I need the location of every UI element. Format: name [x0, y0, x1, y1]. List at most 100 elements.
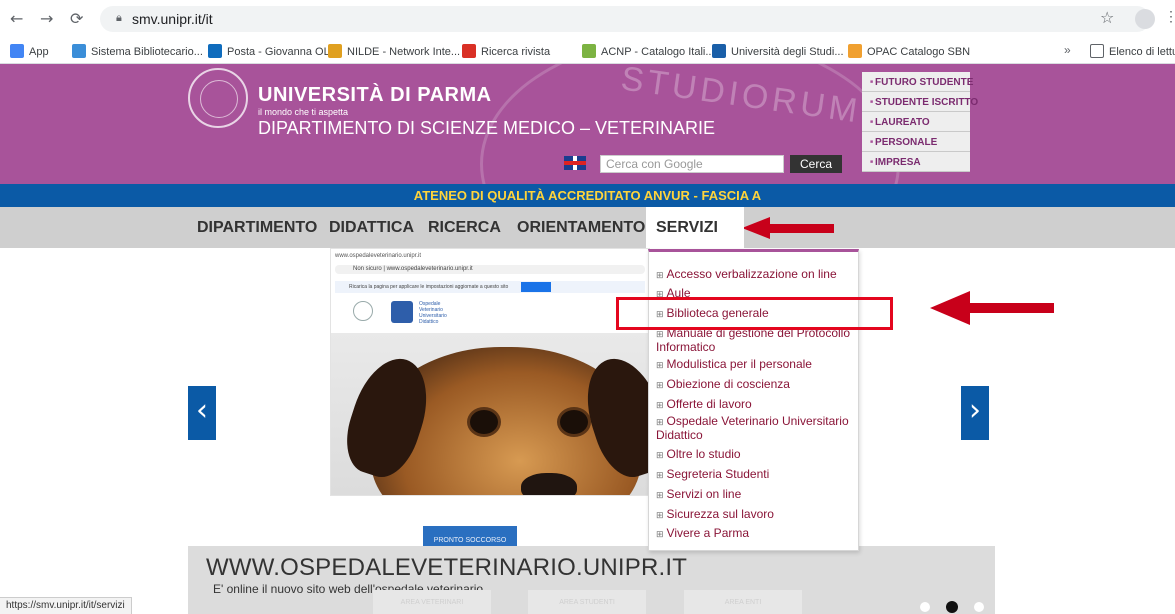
- nav-item-servizi[interactable]: SERVIZI: [646, 207, 744, 248]
- profile-avatar[interactable]: [1135, 9, 1155, 29]
- plus-square-icon: ⊞: [656, 490, 664, 500]
- dog-ear-left: [336, 349, 440, 485]
- servizi-menu-item[interactable]: ⊞ Offerte di lavoro: [656, 398, 856, 412]
- site-header: STUDIORUM UNIVERSITÀ DI PARMA il mondo c…: [0, 64, 1175, 184]
- bookmark-favicon-icon: [208, 44, 222, 58]
- reading-list-label: Elenco di lettura: [1109, 46, 1175, 58]
- servizi-menu-item[interactable]: ⊞ Manuale di gestione del Protocollo Info…: [656, 327, 856, 354]
- mini-address-bar: Non sicuro | www.ospedaleveterinario.uni…: [335, 265, 645, 274]
- nav-item-orientamento[interactable]: ORIENTAMENTO: [517, 219, 645, 237]
- plus-square-icon: ⊞: [656, 470, 664, 480]
- dog-eye-left: [467, 407, 501, 437]
- department-name[interactable]: DIPARTIMENTO DI SCIENZE MEDICO – VETERIN…: [258, 118, 715, 139]
- servizi-menu-label: Segreteria Studenti: [666, 467, 770, 481]
- forward-arrow-icon[interactable]: →: [40, 9, 53, 28]
- red-highlight-annotation: [616, 297, 893, 330]
- bookmark-favicon-icon: [712, 44, 726, 58]
- servizi-menu-item[interactable]: ⊞ Segreteria Studenti: [656, 468, 856, 482]
- uk-flag-icon[interactable]: [564, 156, 586, 170]
- plus-square-icon: ⊞: [656, 270, 664, 280]
- servizi-menu-label: Obiezione di coscienza: [666, 377, 790, 391]
- servizi-menu-label: Servizi on line: [666, 487, 742, 501]
- plus-square-icon: ⊞: [656, 400, 664, 410]
- bookmark-opac-sbn[interactable]: OPAC Catalogo SBN: [848, 44, 970, 58]
- reload-icon[interactable]: ⟳: [70, 9, 83, 28]
- search-input[interactable]: [600, 155, 784, 173]
- area-enti-button[interactable]: AREA ENTI: [684, 590, 802, 614]
- university-name[interactable]: UNIVERSITÀ DI PARMA: [258, 84, 492, 107]
- arrow-shaft: [768, 224, 834, 233]
- address-bar[interactable]: 🔒︎ smv.unipr.it/it: [100, 6, 1150, 32]
- anvur-banner[interactable]: ATENEO DI QUALITÀ ACCREDITATO ANVUR - FA…: [0, 184, 1175, 207]
- bookmark-sistema-bibliotecario[interactable]: Sistema Bibliotecario...: [72, 44, 203, 58]
- servizi-menu-item[interactable]: ⊞ Modulistica per il personale: [656, 358, 856, 372]
- search-button[interactable]: Cerca: [790, 155, 842, 173]
- bookmark-nilde[interactable]: NILDE - Network Inte...: [328, 44, 460, 58]
- chevron-right-icon: ›: [969, 393, 981, 428]
- slide-screenshot[interactable]: www.ospedaleveterinario.unipr.it Non sic…: [330, 248, 650, 496]
- dog-photo: [331, 333, 649, 495]
- nav-item-dipartimento[interactable]: DIPARTIMENTO: [197, 219, 317, 237]
- lock-icon: 🔒︎: [116, 12, 122, 24]
- area-veterinari-button[interactable]: AREA VETERINARI: [373, 590, 491, 614]
- mini-reload-button: [521, 282, 551, 292]
- bookmark-acnp[interactable]: ACNP - Catalogo Itali...: [582, 44, 715, 58]
- bookmark-label: NILDE - Network Inte...: [347, 46, 461, 58]
- university-seal-logo[interactable]: [188, 68, 248, 128]
- bookmark-universita-studi[interactable]: Università degli Studi...: [712, 44, 844, 58]
- slider-dot-active[interactable]: [946, 601, 958, 613]
- status-bar-url: https://smv.unipr.it/it/servizi: [0, 597, 132, 614]
- arrow-head: [742, 217, 770, 239]
- servizi-menu-label: Sicurezza sul lavoro: [666, 507, 774, 521]
- bookmarks-bar: » Elenco di lettura App Sistema Bibliotec…: [0, 38, 1175, 64]
- quick-link-studente-iscritto[interactable]: STUDENTE ISCRITTO: [862, 92, 978, 112]
- red-arrow-annotation: [742, 217, 834, 239]
- arrow-shaft: [968, 303, 1054, 313]
- main-nav: DIPARTIMENTO DIDATTICA RICERCA ORIENTAMENTO…: [0, 207, 1175, 248]
- back-arrow-icon[interactable]: ←: [10, 9, 23, 28]
- slider-dot[interactable]: [974, 602, 984, 612]
- slider-dot[interactable]: [920, 602, 930, 612]
- slide-title[interactable]: WWW.OSPEDALEVETERINARIO.UNIPR.IT: [206, 554, 687, 582]
- menu-icon[interactable]: ⋮: [1164, 8, 1175, 25]
- reading-list-icon: [1090, 44, 1104, 58]
- star-icon[interactable]: ☆: [1100, 8, 1114, 27]
- chevron-left-icon: ‹: [196, 393, 208, 428]
- servizi-menu-item[interactable]: ⊞ Accesso verbalizzazione on line: [656, 268, 856, 282]
- mini-hospital-caption: Ospedale Veterinario Universitario Didat…: [419, 301, 447, 325]
- reading-list-button[interactable]: Elenco di lettura: [1090, 44, 1175, 58]
- bookmark-ricerca-rivista[interactable]: Ricerca rivista: [462, 44, 550, 58]
- quick-link-laureato[interactable]: LAUREATO: [862, 112, 970, 132]
- servizi-menu-label: Modulistica per il personale: [666, 357, 812, 371]
- bookmark-favicon-icon: [72, 44, 86, 58]
- servizi-menu-item[interactable]: ⊞ Servizi on line: [656, 488, 856, 502]
- quick-link-futuro-studente[interactable]: FUTURO STUDENTE: [862, 72, 973, 92]
- area-studenti-button[interactable]: AREA STUDENTI: [528, 590, 646, 614]
- quick-link-personale[interactable]: PERSONALE: [862, 132, 970, 152]
- servizi-menu-item[interactable]: ⊞ Vivere a Parma: [656, 527, 856, 541]
- nav-item-didattica[interactable]: DIDATTICA: [329, 219, 414, 237]
- bookmark-apps[interactable]: App: [10, 44, 49, 58]
- bookmark-posta[interactable]: Posta - Giovanna OLI...: [208, 44, 342, 58]
- bookmark-favicon-icon: [848, 44, 862, 58]
- bookmark-label: Posta - Giovanna OLI...: [227, 46, 342, 58]
- mini-notification: Ricarica la pagina per applicare le impo…: [335, 281, 645, 293]
- servizi-menu-item[interactable]: ⊞ Ospedale Veterinario Universitario Dida…: [656, 415, 856, 442]
- nav-item-ricerca[interactable]: RICERCA: [428, 219, 501, 237]
- bookmark-favicon-icon: [582, 44, 596, 58]
- servizi-menu-item[interactable]: ⊞ Oltre lo studio: [656, 448, 856, 462]
- bookmark-label: App: [29, 46, 49, 58]
- plus-square-icon: ⊞: [656, 510, 664, 520]
- slider-next-button[interactable]: ›: [961, 386, 989, 440]
- bookmarks-more-button[interactable]: »: [1064, 43, 1071, 57]
- bookmark-favicon-icon: [462, 44, 476, 58]
- plus-square-icon: ⊞: [656, 529, 664, 539]
- servizi-menu-item[interactable]: ⊞ Obiezione di coscienza: [656, 378, 856, 392]
- servizi-menu-item[interactable]: ⊞ Sicurezza sul lavoro: [656, 508, 856, 522]
- slider-prev-button[interactable]: ‹: [188, 386, 216, 440]
- slide-caption[interactable]: WWW.OSPEDALEVETERINARIO.UNIPR.IT E' onli…: [188, 546, 995, 614]
- mini-hospital-logo: [391, 301, 413, 323]
- plus-square-icon: ⊞: [656, 450, 664, 460]
- servizi-menu-label: Manuale di gestione del Protocollo Infor…: [656, 326, 850, 354]
- quick-link-impresa[interactable]: IMPRESA: [862, 152, 970, 172]
